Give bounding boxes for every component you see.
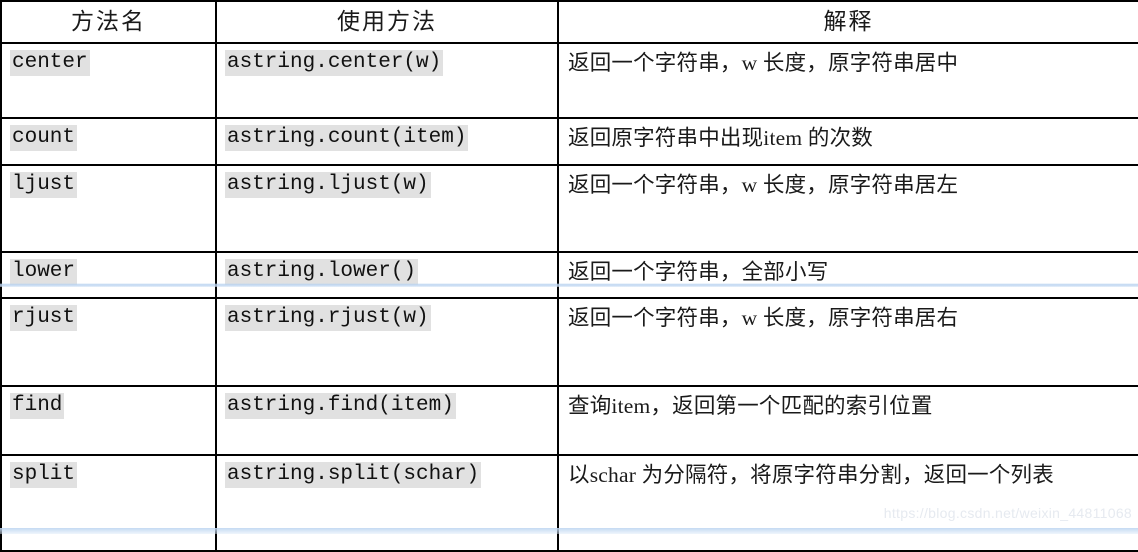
- usage-text: astring.center(w): [225, 50, 444, 76]
- table-row: count astring.count(item) 返回原字符串中出现item …: [0, 117, 1138, 166]
- cell-method-name: center: [0, 42, 217, 119]
- column-header-explanation: 解释: [557, 0, 1138, 44]
- method-name-text: ljust: [10, 172, 78, 198]
- explanation-text: 以schar 为分隔符，将原字符串分割，返回一个列表: [568, 463, 1054, 487]
- cell-method-name: rjust: [0, 297, 217, 387]
- table-row: center astring.center(w) 返回一个字符串，w 长度，原字…: [0, 42, 1138, 119]
- cell-usage: astring.rjust(w): [215, 297, 559, 387]
- cell-usage: astring.split(schar): [215, 454, 559, 552]
- cell-explanation: 返回原字符串中出现item 的次数: [557, 117, 1138, 166]
- method-name-text: split: [10, 462, 78, 488]
- table-body: center astring.center(w) 返回一个字符串，w 长度，原字…: [0, 42, 1138, 552]
- table-row: rjust astring.rjust(w) 返回一个字符串，w 长度，原字符串…: [0, 297, 1138, 387]
- method-name-text: count: [10, 125, 78, 151]
- cell-usage: astring.count(item): [215, 117, 559, 166]
- table-row: split astring.split(schar) 以schar 为分隔符，将…: [0, 454, 1138, 552]
- table-row: find astring.find(item) 查询item，返回第一个匹配的索…: [0, 385, 1138, 456]
- cell-explanation: 返回一个字符串，全部小写: [557, 251, 1138, 299]
- cell-explanation: 返回一个字符串，w 长度，原字符串居左: [557, 164, 1138, 253]
- method-name-text: lower: [10, 259, 78, 285]
- cell-method-name: find: [0, 385, 217, 456]
- cell-usage: astring.find(item): [215, 385, 559, 456]
- usage-text: astring.count(item): [225, 125, 469, 151]
- cell-method-name: count: [0, 117, 217, 166]
- cell-method-name: lower: [0, 251, 217, 299]
- method-name-text: center: [10, 50, 90, 76]
- method-name-text: rjust: [10, 305, 78, 331]
- usage-text: astring.rjust(w): [225, 305, 431, 331]
- cell-usage: astring.center(w): [215, 42, 559, 119]
- usage-text: astring.split(schar): [225, 462, 482, 488]
- table-row: lower astring.lower() 返回一个字符串，全部小写: [0, 251, 1138, 299]
- cell-explanation: 查询item，返回第一个匹配的索引位置: [557, 385, 1138, 456]
- cell-usage: astring.lower(): [215, 251, 559, 299]
- explanation-text: 返回一个字符串，w 长度，原字符串居左: [568, 173, 959, 197]
- explanation-text: 返回一个字符串，w 长度，原字符串居中: [568, 51, 959, 75]
- cell-explanation: 返回一个字符串，w 长度，原字符串居中: [557, 42, 1138, 119]
- method-name-text: find: [10, 393, 65, 419]
- cell-method-name: ljust: [0, 164, 217, 253]
- column-header-method-name: 方法名: [0, 0, 217, 44]
- explanation-text: 返回原字符串中出现item 的次数: [568, 126, 873, 150]
- table-row: ljust astring.ljust(w) 返回一个字符串，w 长度，原字符串…: [0, 164, 1138, 253]
- table-header: 方法名 使用方法 解释: [0, 0, 1138, 44]
- explanation-text: 返回一个字符串，w 长度，原字符串居右: [568, 306, 959, 330]
- cell-explanation: 返回一个字符串，w 长度，原字符串居右: [557, 297, 1138, 387]
- usage-text: astring.lower(): [225, 259, 419, 285]
- explanation-text: 返回一个字符串，全部小写: [568, 260, 829, 284]
- usage-text: astring.find(item): [225, 393, 456, 419]
- explanation-text: 查询item，返回第一个匹配的索引位置: [568, 394, 933, 418]
- cell-explanation: 以schar 为分隔符，将原字符串分割，返回一个列表: [557, 454, 1138, 552]
- string-methods-table: 方法名 使用方法 解释 center astring.center(w) 返回一…: [0, 0, 1138, 552]
- string-methods-table-container: 方法名 使用方法 解释 center astring.center(w) 返回一…: [0, 0, 1138, 552]
- cell-method-name: split: [0, 454, 217, 552]
- usage-text: astring.ljust(w): [225, 172, 431, 198]
- table-header-row: 方法名 使用方法 解释: [0, 0, 1138, 44]
- column-header-usage: 使用方法: [215, 0, 559, 44]
- cell-usage: astring.ljust(w): [215, 164, 559, 253]
